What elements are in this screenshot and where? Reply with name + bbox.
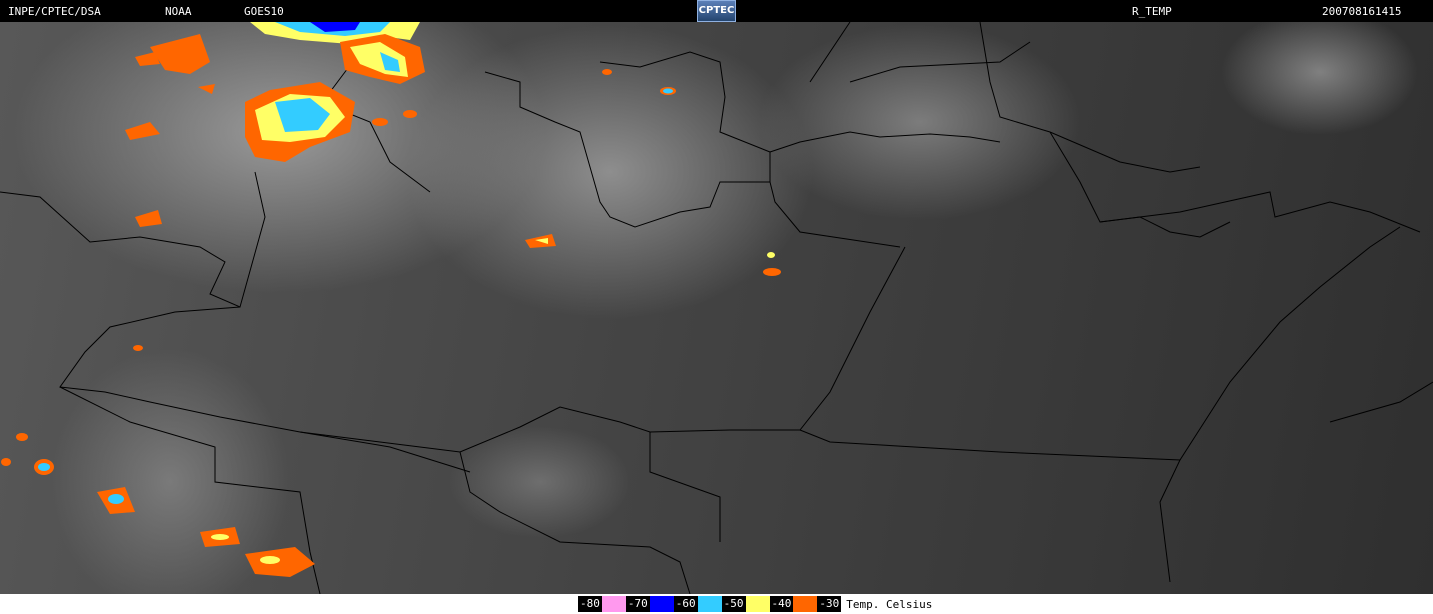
border-segment bbox=[59, 246, 906, 453]
agency-label: INPE/CPTEC/DSA bbox=[8, 5, 101, 18]
satellite-image bbox=[0, 22, 1433, 594]
border-segment bbox=[769, 131, 1001, 153]
border-segment bbox=[459, 451, 691, 594]
legend-label: -40 bbox=[769, 596, 794, 612]
border-segment bbox=[799, 429, 1181, 583]
country-borders bbox=[0, 22, 1433, 594]
legend-swatch-blue bbox=[649, 596, 674, 612]
legend-label: -70 bbox=[625, 596, 650, 612]
border-segment bbox=[599, 51, 771, 182]
legend-label: -50 bbox=[721, 596, 746, 612]
border-segment bbox=[979, 22, 1201, 173]
border-segment bbox=[809, 22, 1031, 83]
border-segment bbox=[649, 432, 721, 542]
border-segment bbox=[0, 171, 266, 308]
satellite-label: GOES10 bbox=[244, 5, 284, 18]
coastline bbox=[1049, 131, 1421, 233]
border-segment bbox=[1179, 226, 1401, 461]
legend-swatch-yellow bbox=[745, 596, 770, 612]
border-segment bbox=[299, 431, 471, 473]
border-segment bbox=[1329, 381, 1433, 423]
header-bar: INPE/CPTEC/DSA NOAA GOES10 CPTEC R_TEMP … bbox=[0, 0, 1433, 22]
datetime-label: 200708161415 bbox=[1322, 5, 1402, 18]
border-segment bbox=[484, 71, 901, 248]
logo-text: CPTEC bbox=[698, 5, 735, 16]
legend-label: -80 bbox=[578, 596, 602, 612]
legend-swatch-cyan bbox=[697, 596, 722, 612]
cptec-logo: CPTEC bbox=[697, 0, 736, 22]
legend-swatch-orange bbox=[793, 596, 818, 612]
source-label: NOAA bbox=[165, 5, 192, 18]
product-label: R_TEMP bbox=[1132, 5, 1172, 18]
map-overlay bbox=[0, 22, 1433, 594]
cloud-tops bbox=[1, 22, 781, 577]
legend-unit: Temp. Celsius bbox=[846, 597, 933, 611]
legend-swatch-pink bbox=[601, 596, 626, 612]
legend-label: -60 bbox=[673, 596, 698, 612]
coastline bbox=[1099, 216, 1231, 238]
temperature-legend: -80 -70 -60 -50 -40 -30 Temp. Celsius bbox=[578, 596, 932, 612]
legend-label: -30 bbox=[817, 596, 842, 612]
